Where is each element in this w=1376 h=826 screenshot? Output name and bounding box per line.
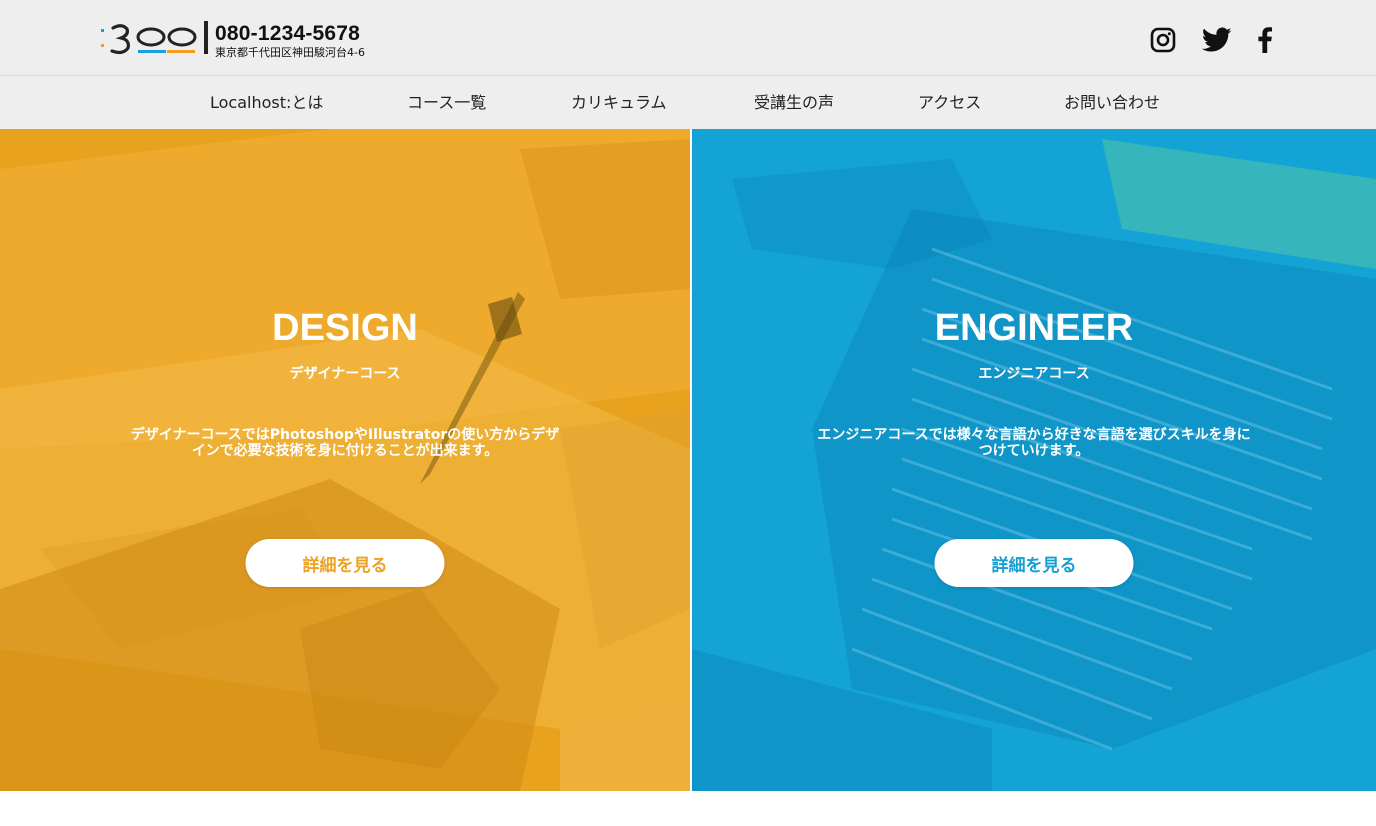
design-course-panel: DESIGN デザイナーコース デザイナーコースではPhotoshopやIllu… — [0, 129, 690, 791]
engineer-description: エンジニアコースでは様々な言語から好きな言語を選びスキルを身につけていけます。 — [817, 427, 1251, 459]
twitter-link[interactable] — [1202, 26, 1232, 54]
engineer-title: ENGINEER — [934, 307, 1134, 349]
instagram-link[interactable] — [1150, 26, 1176, 54]
contact-info: 080-1234-5678 東京都千代田区神田駿河台4-6 — [215, 22, 365, 59]
main-nav: Localhost:とは コース一覧 カリキュラム 受講生の声 アクセス お問い… — [0, 76, 1376, 129]
design-subtitle: デザイナーコース — [289, 366, 401, 382]
engineer-course-panel: ENGINEER エンジニアコース エンジニアコースでは様々な言語から好きな言語… — [692, 129, 1376, 791]
design-title: DESIGN — [272, 307, 418, 349]
facebook-link[interactable] — [1258, 26, 1272, 54]
nav-item-access[interactable]: アクセス — [918, 93, 981, 113]
engineer-subtitle: エンジニアコース — [978, 366, 1090, 382]
twitter-icon — [1202, 27, 1232, 52]
instagram-icon — [1150, 27, 1176, 53]
facebook-icon — [1258, 27, 1272, 53]
nav-item-courses[interactable]: コース一覧 — [407, 93, 486, 113]
address: 東京都千代田区神田駿河台4-6 — [215, 46, 365, 59]
engineer-detail-button[interactable]: 詳細を見る — [934, 539, 1134, 587]
nav-item-curriculum[interactable]: カリキュラム — [571, 93, 667, 113]
site-logo[interactable] — [100, 20, 212, 58]
design-description: デザイナーコースではPhotoshopやIllustratorの使い方からデザイ… — [130, 427, 560, 459]
nav-item-testimonials[interactable]: 受講生の声 — [754, 93, 834, 113]
nav-item-contact[interactable]: お問い合わせ — [1064, 93, 1160, 113]
site-header: 080-1234-5678 東京都千代田区神田駿河台4-6 — [0, 0, 1376, 76]
nav-item-about[interactable]: Localhost:とは — [210, 93, 323, 113]
design-detail-button[interactable]: 詳細を見る — [245, 539, 445, 587]
phone-number[interactable]: 080-1234-5678 — [215, 22, 365, 46]
